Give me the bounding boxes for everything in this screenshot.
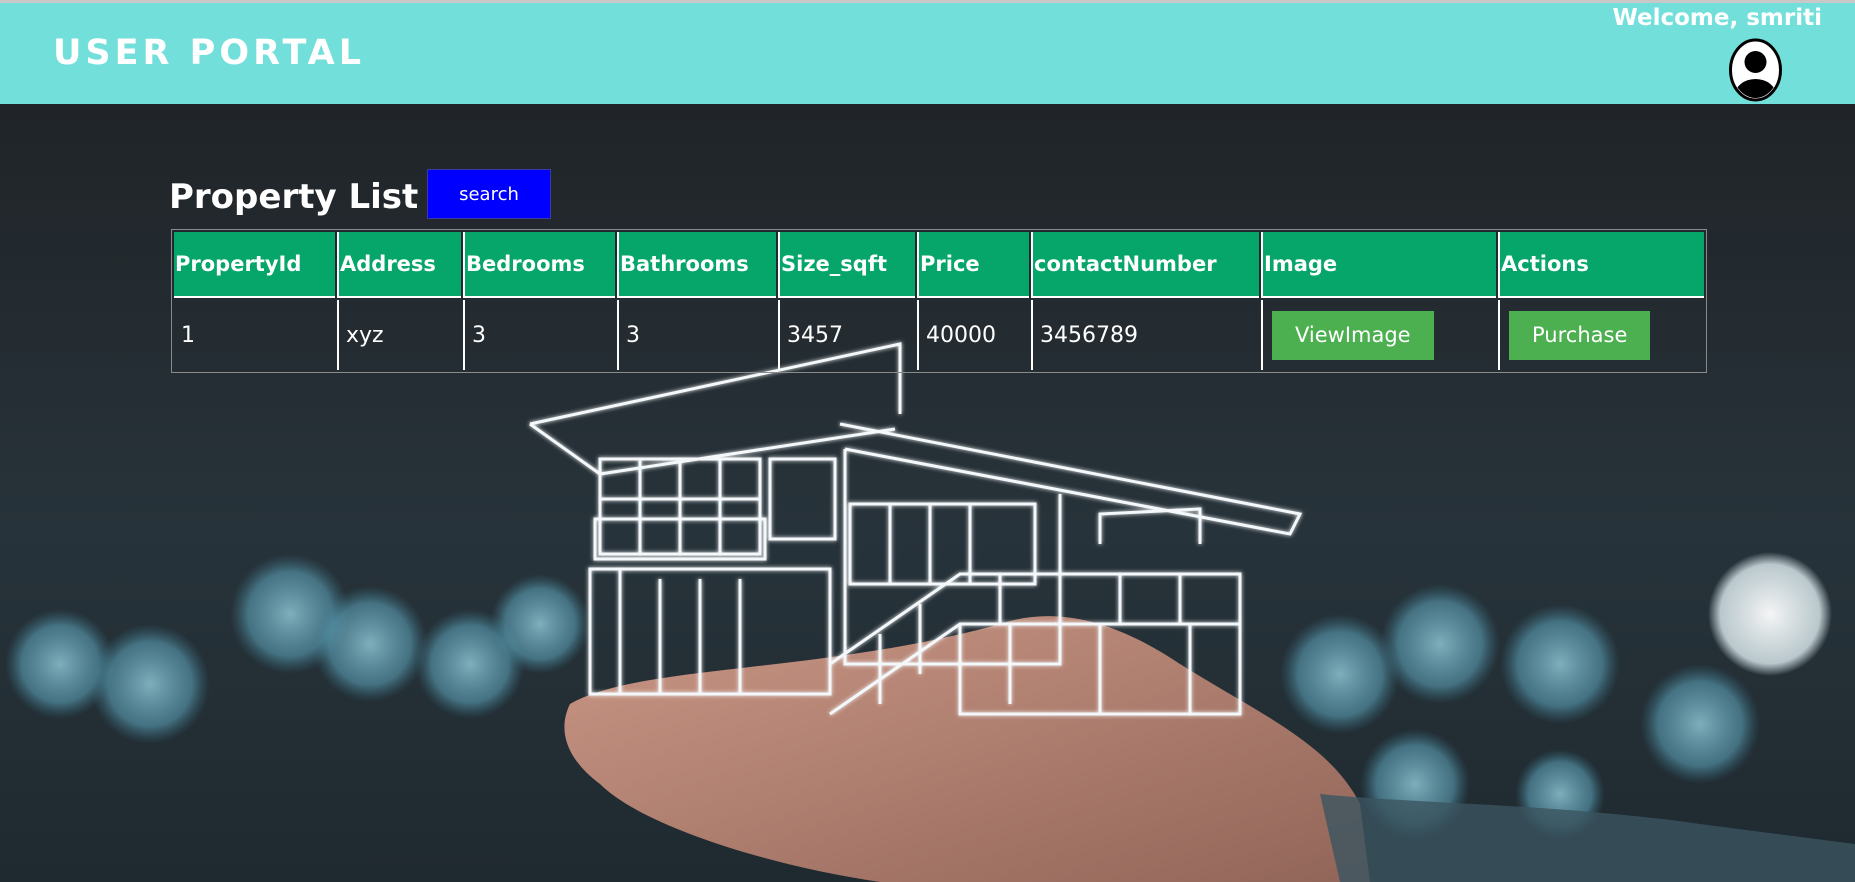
column-header-address: Address xyxy=(337,232,461,298)
cell-price: 40000 xyxy=(917,300,1029,370)
column-header-image: Image xyxy=(1261,232,1496,298)
portal-brand: USER PORTAL xyxy=(53,33,366,73)
cell-bathrooms: 3 xyxy=(617,300,776,370)
view-image-button[interactable]: ViewImage xyxy=(1272,310,1434,360)
cell-size: 3457 xyxy=(778,300,915,370)
page-title: Property List xyxy=(169,177,419,217)
table-row: 1 xyz 3 3 3457 40000 3456789 ViewImage P… xyxy=(174,300,1704,370)
purchase-button[interactable]: Purchase xyxy=(1509,310,1651,360)
property-table: PropertyId Address Bedrooms Bathrooms Si… xyxy=(171,229,1707,373)
column-header-size: Size_sqft xyxy=(778,232,915,298)
column-header-bedrooms: Bedrooms xyxy=(463,232,615,298)
table-header-row: PropertyId Address Bedrooms Bathrooms Si… xyxy=(174,232,1704,298)
column-header-contact: contactNumber xyxy=(1031,232,1259,298)
cell-actions: Purchase xyxy=(1498,300,1704,370)
search-button[interactable]: search xyxy=(427,169,551,219)
cell-image: ViewImage xyxy=(1261,300,1496,370)
cell-contact: 3456789 xyxy=(1031,300,1259,370)
house-on-hand-image xyxy=(0,104,1855,882)
user-avatar-icon[interactable] xyxy=(1728,34,1783,102)
column-header-propertyid: PropertyId xyxy=(174,232,335,298)
column-header-actions: Actions xyxy=(1498,232,1704,298)
welcome-message: Welcome, smriti xyxy=(1612,5,1822,31)
cell-address: xyz xyxy=(337,300,461,370)
column-header-bathrooms: Bathrooms xyxy=(617,232,776,298)
cell-propertyid: 1 xyxy=(181,322,195,348)
cell-bedrooms: 3 xyxy=(463,300,615,370)
top-header: USER PORTAL Welcome, smriti xyxy=(0,3,1855,104)
column-header-price: Price xyxy=(917,232,1029,298)
